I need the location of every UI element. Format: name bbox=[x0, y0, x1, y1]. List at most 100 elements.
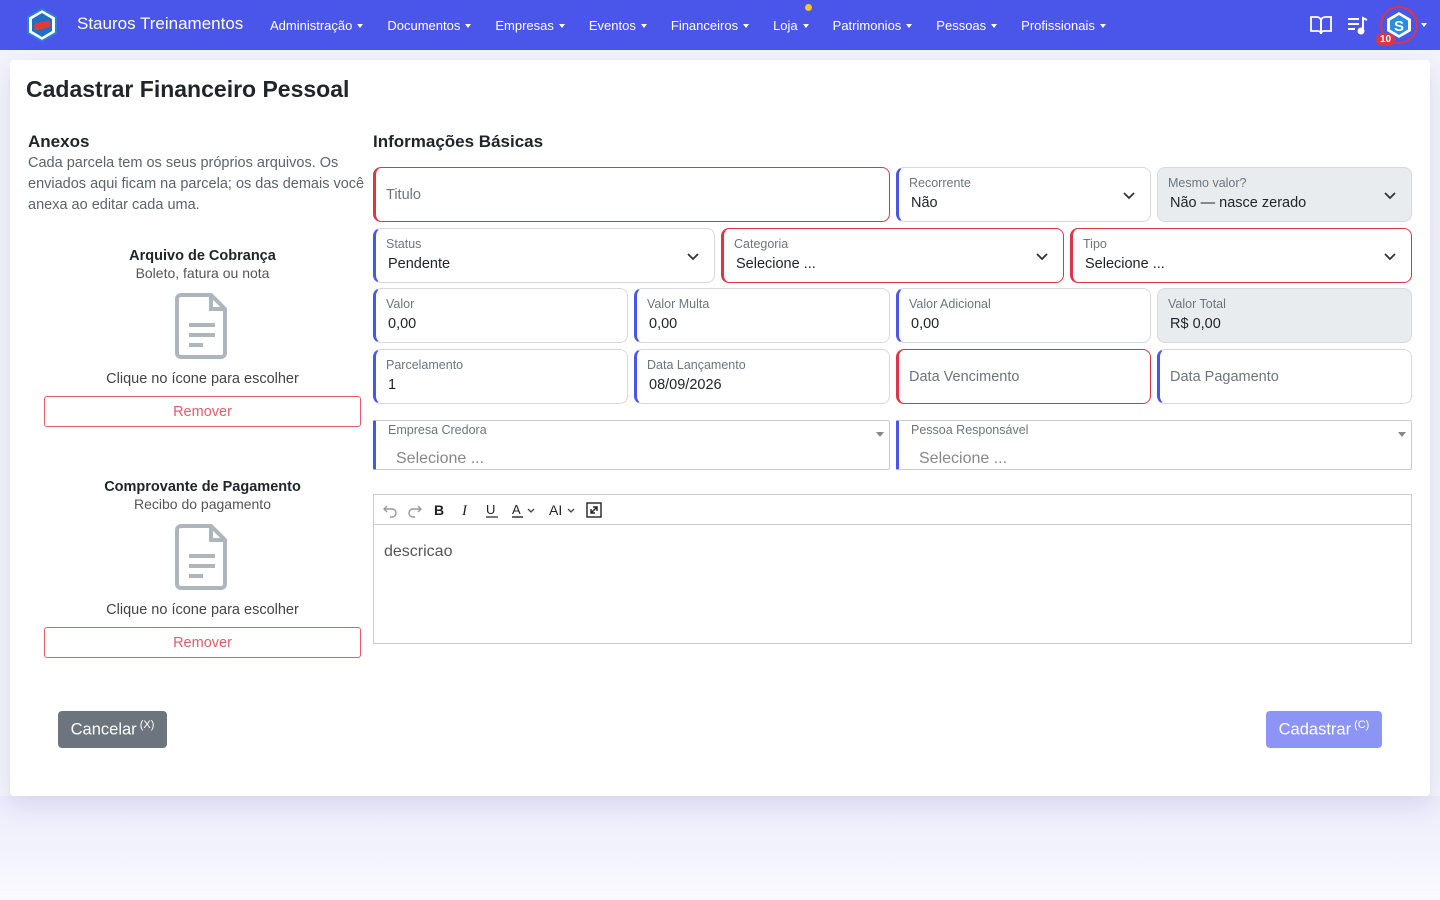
nav-eventos[interactable]: Eventos bbox=[581, 18, 655, 33]
nav-patrimonios[interactable]: Patrimonios bbox=[825, 18, 921, 33]
field-label: Parcelamento bbox=[386, 358, 464, 372]
field-label: Valor Adicional bbox=[909, 297, 991, 311]
recorrente-select[interactable]: Recorrente Não bbox=[896, 167, 1151, 222]
field-value: Selecione ... bbox=[1085, 256, 1165, 272]
notification-badge: 10 bbox=[1376, 33, 1396, 46]
field-label: Mesmo valor? bbox=[1168, 176, 1247, 190]
nav-label: Financeiros bbox=[670, 17, 739, 33]
attachment-subtitle: Recibo do pagamento bbox=[134, 496, 271, 512]
valor-total-field: Valor Total R$ 0,00 bbox=[1157, 288, 1412, 343]
font-size-icon[interactable]: AI bbox=[548, 500, 578, 520]
nav-label: Loja bbox=[773, 17, 798, 33]
nav-profissionais[interactable]: Profissionais bbox=[1013, 18, 1114, 33]
caret-down-icon bbox=[640, 23, 647, 28]
attachment-title: Arquivo de Cobrança bbox=[129, 248, 276, 264]
undo-icon[interactable] bbox=[382, 500, 398, 520]
svg-text:U: U bbox=[486, 502, 495, 517]
field-label: Valor Total bbox=[1168, 297, 1226, 311]
nav-administracao[interactable]: Administração bbox=[262, 18, 371, 33]
redo-icon[interactable] bbox=[407, 500, 423, 520]
valor-input[interactable]: Valor 0,00 bbox=[373, 288, 628, 343]
book-icon[interactable] bbox=[1309, 13, 1333, 37]
caret-down-icon bbox=[991, 23, 998, 28]
nav-label: Empresas bbox=[495, 17, 554, 33]
valor-adicional-input[interactable]: Valor Adicional 0,00 bbox=[896, 288, 1151, 343]
field-placeholder: Selecione ... bbox=[919, 450, 1008, 467]
data-pagamento-input[interactable]: Data Pagamento bbox=[1157, 349, 1412, 404]
fullscreen-icon[interactable] bbox=[586, 500, 602, 520]
field-placeholder: Selecione ... bbox=[396, 450, 485, 467]
nav-pessoas[interactable]: Pessoas bbox=[928, 18, 1005, 33]
caret-down-icon bbox=[743, 23, 750, 28]
remove-button[interactable]: Remover bbox=[44, 396, 361, 427]
mesmo-valor-select[interactable]: Mesmo valor? Não — nasce zerado bbox=[1157, 167, 1412, 222]
field-value: 0,00 bbox=[911, 316, 940, 332]
field-value: 1 bbox=[388, 377, 397, 393]
svg-text:AI: AI bbox=[549, 502, 562, 518]
attachment-subtitle: Boleto, fatura ou nota bbox=[135, 265, 270, 281]
submit-button[interactable]: Cadastrar (C) bbox=[1266, 711, 1382, 748]
chevron-down-icon bbox=[1123, 192, 1135, 200]
status-select[interactable]: Status Pendente bbox=[373, 228, 715, 283]
caret-down-icon bbox=[1398, 432, 1406, 437]
nav-financeiros[interactable]: Financeiros bbox=[663, 18, 757, 33]
brand-logo[interactable] bbox=[25, 8, 59, 42]
valor-multa-input[interactable]: Valor Multa 0,00 bbox=[634, 288, 890, 343]
underline-icon[interactable]: U bbox=[485, 500, 499, 520]
top-navbar: Stauros Treinamentos Administração Docum… bbox=[0, 0, 1440, 50]
text-color-icon[interactable]: A bbox=[511, 500, 539, 520]
chevron-down-icon bbox=[1036, 253, 1048, 261]
field-value: 08/09/2026 bbox=[649, 377, 722, 393]
caret-down-icon bbox=[876, 432, 884, 437]
caret-down-icon bbox=[1099, 23, 1106, 28]
brand-name[interactable]: Stauros Treinamentos bbox=[77, 14, 243, 34]
categoria-select[interactable]: Categoria Selecione ... bbox=[721, 228, 1064, 283]
data-lancamento-input[interactable]: Data Lançamento 08/09/2026 bbox=[634, 349, 890, 404]
file-icon[interactable] bbox=[174, 520, 231, 592]
nav-empresas[interactable]: Empresas bbox=[487, 18, 573, 33]
chevron-down-icon bbox=[1384, 253, 1396, 261]
file-icon[interactable] bbox=[174, 289, 231, 361]
attachments-title: Anexos bbox=[28, 132, 90, 151]
tipo-select[interactable]: Tipo Selecione ... bbox=[1070, 228, 1412, 283]
remove-button[interactable]: Remover bbox=[44, 627, 361, 658]
caret-down-icon bbox=[465, 23, 472, 28]
caret-down-icon bbox=[357, 23, 364, 28]
attachments-description: Cada parcela tem os seus próprios arquiv… bbox=[28, 155, 365, 213]
caret-down-icon[interactable] bbox=[1421, 23, 1427, 27]
editor-toolbar: B I U A AI bbox=[374, 495, 1411, 525]
cancel-button[interactable]: Cancelar (X) bbox=[58, 711, 167, 748]
nav-label: Documentos bbox=[387, 17, 461, 33]
submit-label: Cadastrar bbox=[1278, 720, 1352, 739]
field-label: Pessoa Responsável bbox=[911, 423, 1029, 437]
bold-icon[interactable]: B bbox=[433, 500, 447, 520]
nav-documentos[interactable]: Documentos bbox=[379, 18, 479, 33]
field-value: Pendente bbox=[388, 256, 451, 272]
italic-icon[interactable]: I bbox=[459, 500, 473, 520]
field-value: 0,00 bbox=[388, 316, 417, 332]
empresa-credora-select[interactable]: Empresa Credora Selecione ... bbox=[373, 420, 890, 470]
field-label: Data Lançamento bbox=[647, 358, 746, 372]
chevron-down-icon bbox=[687, 253, 699, 261]
notification-dot bbox=[804, 3, 812, 11]
svg-text:I: I bbox=[461, 503, 468, 519]
field-label: Categoria bbox=[734, 237, 789, 251]
section-title: Informações Básicas bbox=[373, 132, 544, 151]
field-label: Valor Multa bbox=[647, 297, 710, 311]
caret-down-icon bbox=[802, 23, 809, 28]
nav-loja[interactable]: Loja bbox=[765, 3, 817, 33]
pessoa-responsavel-select[interactable]: Pessoa Responsável Selecione ... bbox=[896, 420, 1412, 470]
parcelamento-input[interactable]: Parcelamento 1 bbox=[373, 349, 628, 404]
svg-text:S: S bbox=[1394, 18, 1404, 35]
field-label: Valor bbox=[386, 297, 415, 311]
field-value: 0,00 bbox=[649, 316, 678, 332]
description-textarea[interactable]: descricao bbox=[374, 525, 1411, 579]
nav-label: Eventos bbox=[588, 17, 636, 33]
data-vencimento-input[interactable]: Data Vencimento bbox=[896, 349, 1151, 404]
cancel-shortcut: (X) bbox=[139, 719, 155, 732]
playlist-icon[interactable] bbox=[1345, 13, 1369, 37]
field-label: Status bbox=[386, 237, 422, 251]
field-value: Não — nasce zerado bbox=[1170, 195, 1307, 211]
titulo-input[interactable]: Titulo bbox=[373, 167, 890, 222]
nav-label: Patrimonios bbox=[832, 17, 902, 33]
